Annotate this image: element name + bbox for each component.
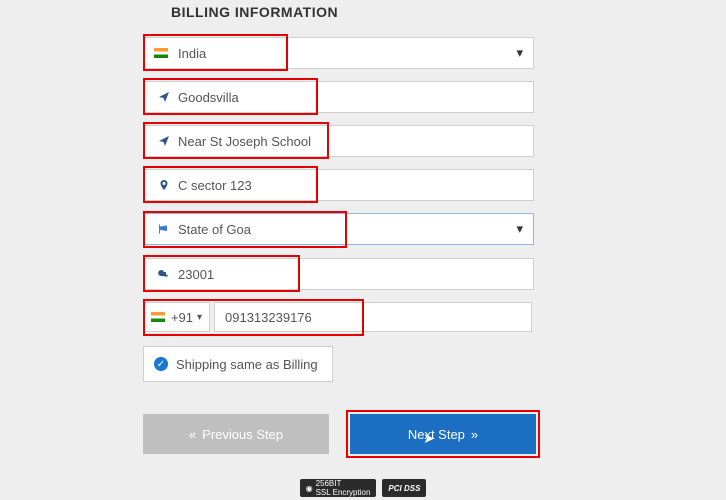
next-step-button[interactable]: Next Step » [350, 414, 536, 454]
flag-icon [151, 312, 165, 322]
country-select[interactable]: India ▾ [143, 37, 534, 69]
ssl-badge: ◉ 256BITSSL Encryption [300, 479, 377, 497]
key-icon [144, 268, 170, 280]
chevron-down-icon: ▾ [197, 312, 202, 323]
dial-code-value: +91 [171, 310, 193, 325]
country-value: India [170, 46, 206, 61]
flag-icon [144, 223, 170, 235]
page-title: BILLING INFORMATION [171, 4, 338, 20]
location-arrow-icon [144, 91, 170, 103]
pci-badge: PCI DSS [382, 479, 426, 497]
shield-icon: ◉ [306, 484, 313, 493]
chevron-down-icon: ▾ [516, 45, 523, 61]
address3-value: C sector 123 [170, 178, 252, 193]
next-label: Next Step [408, 427, 465, 442]
previous-step-button[interactable]: « Previous Step [143, 414, 329, 454]
shipping-same-label: Shipping same as Billing [176, 357, 318, 372]
security-badges: ◉ 256BITSSL Encryption PCI DSS [0, 479, 726, 497]
address1-input[interactable]: Goodsvilla [143, 81, 534, 113]
phone-value: 091313239176 [225, 310, 312, 325]
address3-input[interactable]: C sector 123 [143, 169, 534, 201]
address1-value: Goodsvilla [170, 90, 239, 105]
location-arrow-icon [144, 135, 170, 147]
flag-icon [144, 48, 170, 58]
shipping-same-toggle[interactable]: ✓ Shipping same as Billing [143, 346, 333, 382]
address2-input[interactable]: Near St Joseph School [143, 125, 534, 157]
postal-value: 23001 [170, 267, 214, 282]
dial-code-select[interactable]: +91 ▾ [143, 302, 210, 332]
state-select[interactable]: State of Goa ▾ [143, 213, 534, 245]
chevron-left-icon: « [189, 427, 196, 442]
phone-input[interactable]: 091313239176 [214, 302, 532, 332]
prev-label: Previous Step [202, 427, 283, 442]
chevron-right-icon: » [471, 427, 478, 442]
address2-value: Near St Joseph School [170, 134, 311, 149]
map-pin-icon [144, 178, 170, 192]
chevron-down-icon: ▾ [516, 221, 523, 237]
postal-input[interactable]: 23001 [143, 258, 534, 290]
state-value: State of Goa [170, 222, 251, 237]
check-circle-icon: ✓ [154, 357, 168, 371]
